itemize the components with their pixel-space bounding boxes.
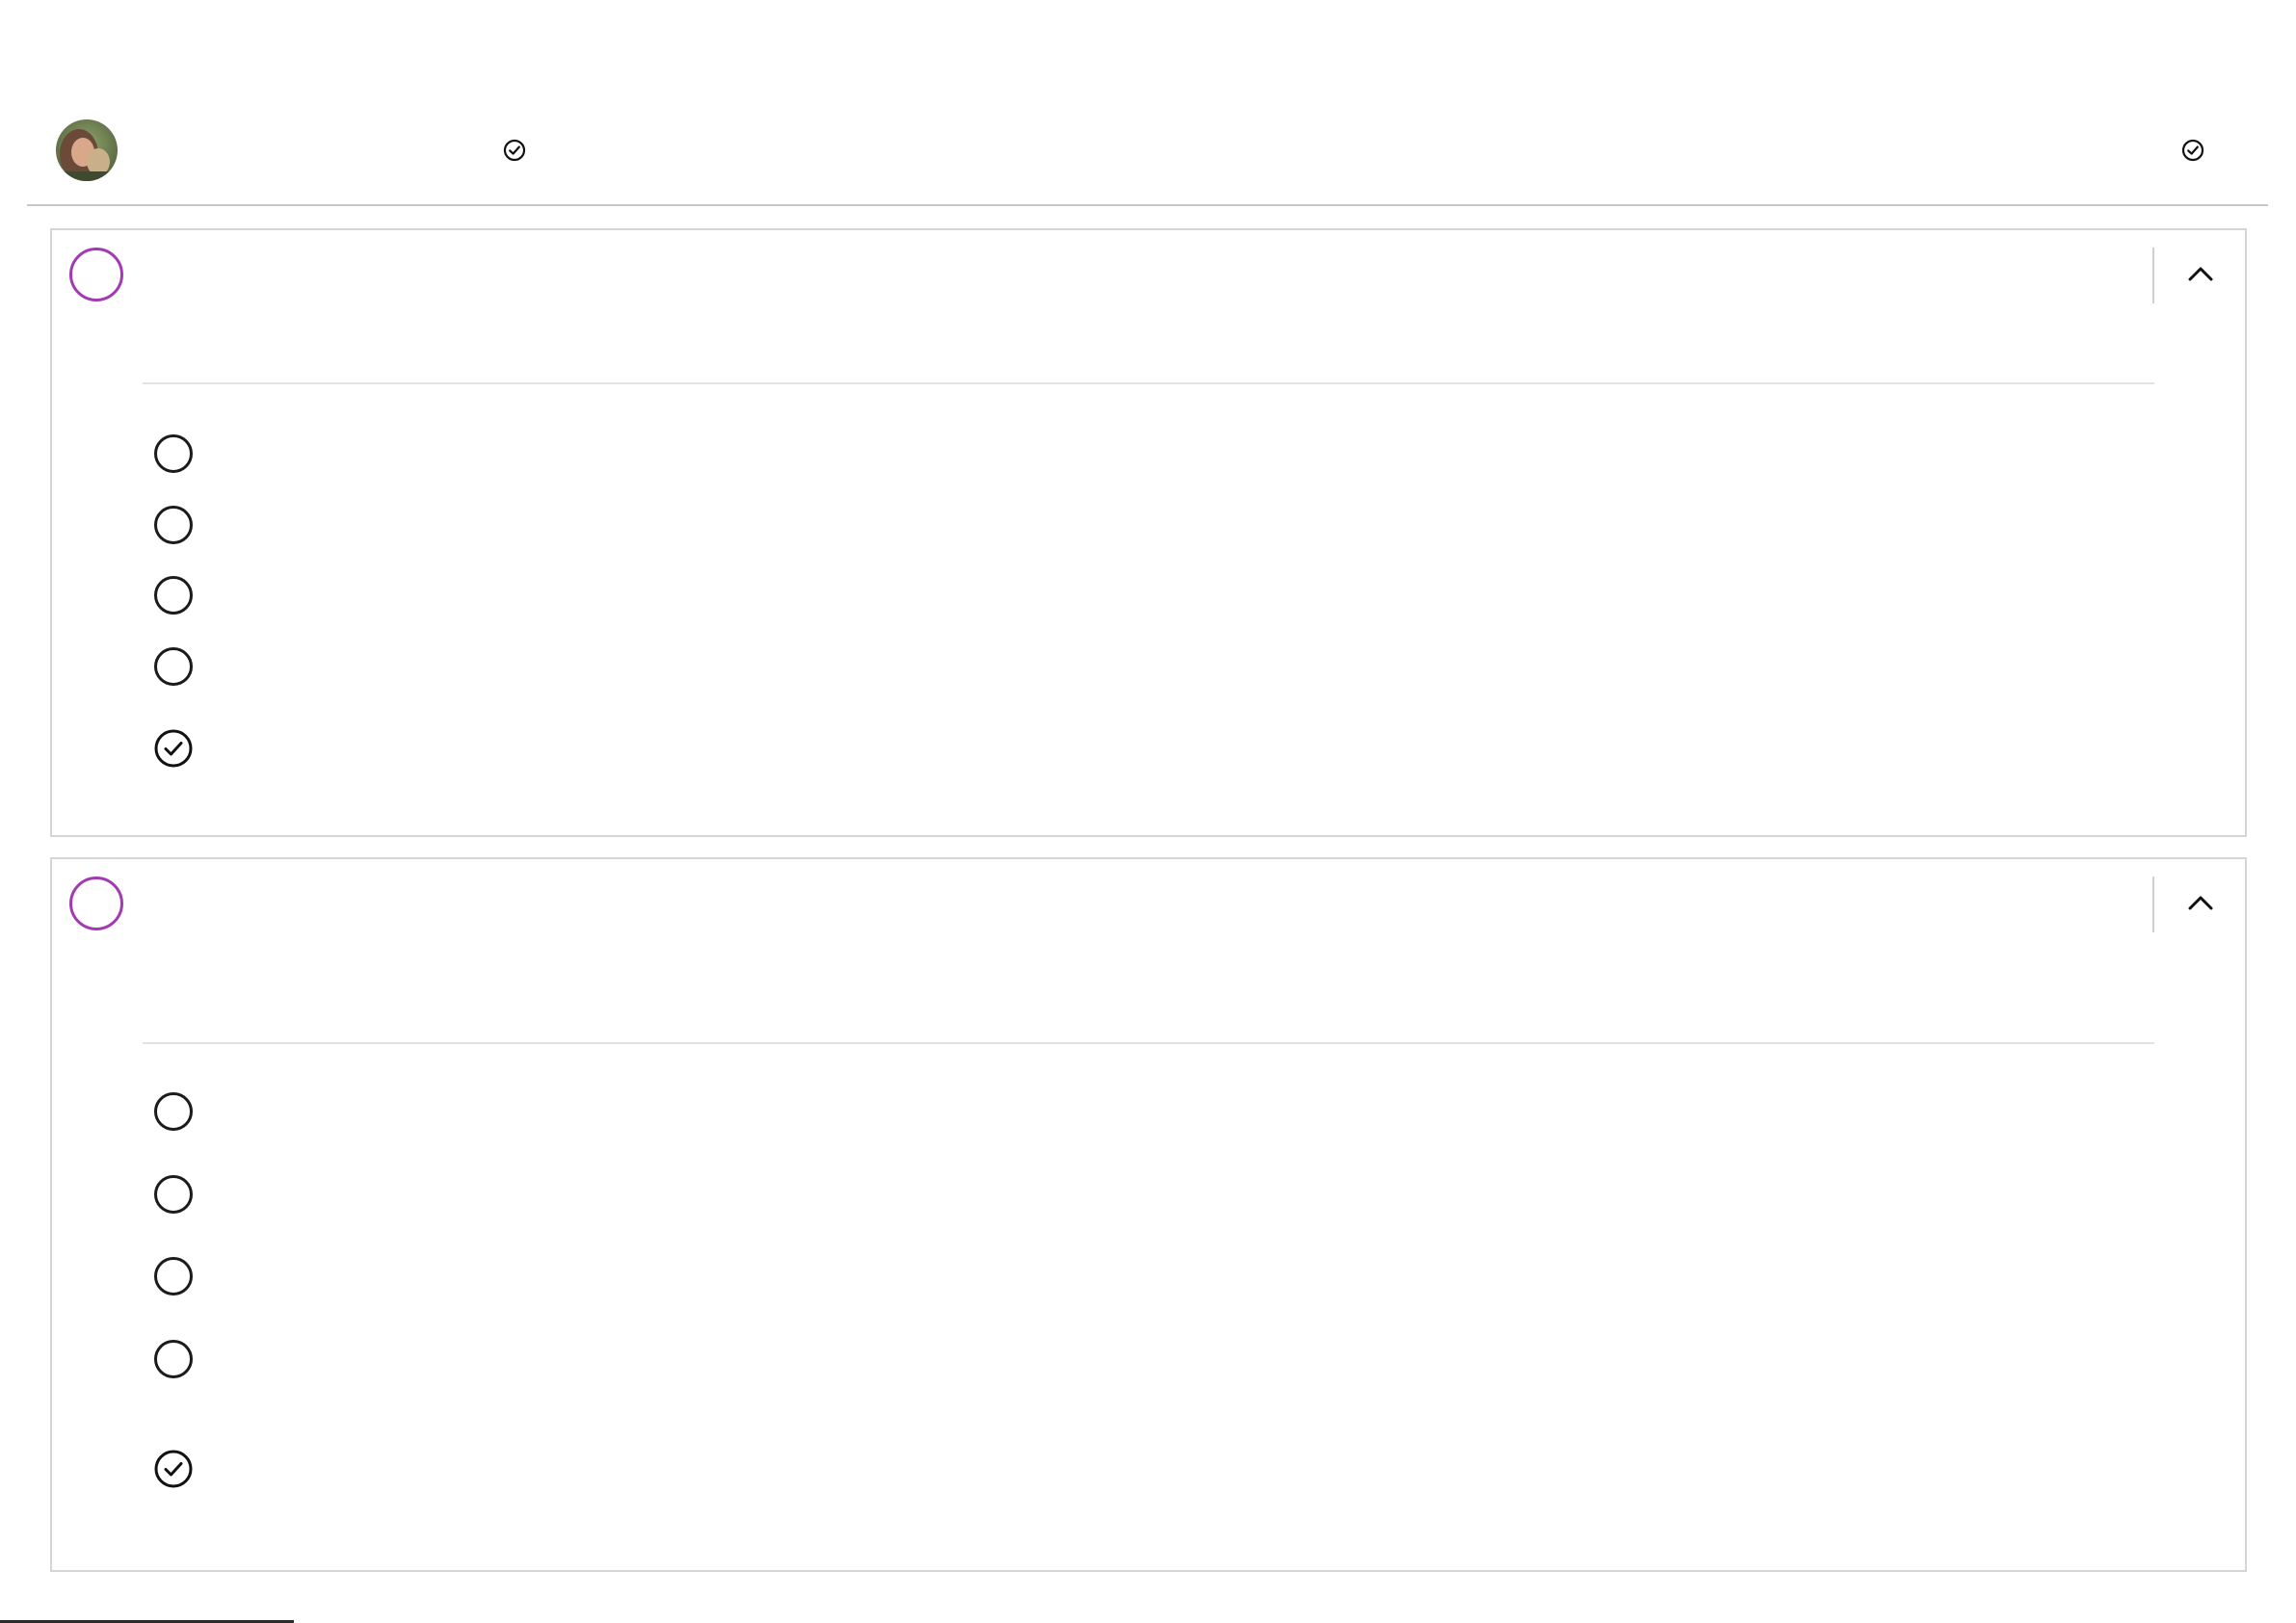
choice-option[interactable] <box>154 1255 2139 1297</box>
header-divider <box>2152 877 2154 932</box>
radio-button[interactable] <box>154 1257 193 1296</box>
radio-button[interactable] <box>154 576 193 615</box>
question-card <box>50 857 2247 1572</box>
question-number-badge <box>69 248 123 301</box>
check-circle-icon <box>503 139 526 162</box>
choice-option[interactable] <box>154 645 2139 688</box>
collapse-button[interactable] <box>2172 877 2230 932</box>
radio-button[interactable] <box>154 434 193 473</box>
avatar <box>56 119 118 181</box>
choice-option[interactable] <box>154 1338 2139 1380</box>
question-number-badge <box>69 877 123 930</box>
radio-button[interactable] <box>154 1092 193 1131</box>
header-divider <box>2152 248 2154 303</box>
radio-button[interactable] <box>154 1340 193 1378</box>
radio-button[interactable] <box>154 1175 193 1214</box>
response-header <box>27 0 2268 206</box>
choice-option-correct[interactable] <box>154 727 2139 770</box>
collapse-button[interactable] <box>2172 248 2230 303</box>
choice-option[interactable] <box>154 1173 2139 1216</box>
check-circle-icon <box>154 1450 193 1488</box>
choice-option[interactable] <box>154 574 2139 616</box>
question-card <box>50 228 2247 837</box>
choice-option[interactable] <box>154 1090 2139 1133</box>
question-divider <box>143 1042 2154 1044</box>
question-divider <box>143 382 2154 384</box>
choice-option[interactable] <box>154 432 2139 475</box>
chevron-up-icon <box>2187 894 2214 916</box>
check-circle-icon <box>154 729 193 768</box>
choice-option[interactable] <box>154 504 2139 546</box>
chevron-up-icon <box>2187 265 2214 287</box>
choice-option-correct[interactable] <box>154 1448 2139 1490</box>
radio-button[interactable] <box>154 506 193 544</box>
radio-button[interactable] <box>154 647 193 686</box>
check-circle-icon <box>2181 139 2204 162</box>
